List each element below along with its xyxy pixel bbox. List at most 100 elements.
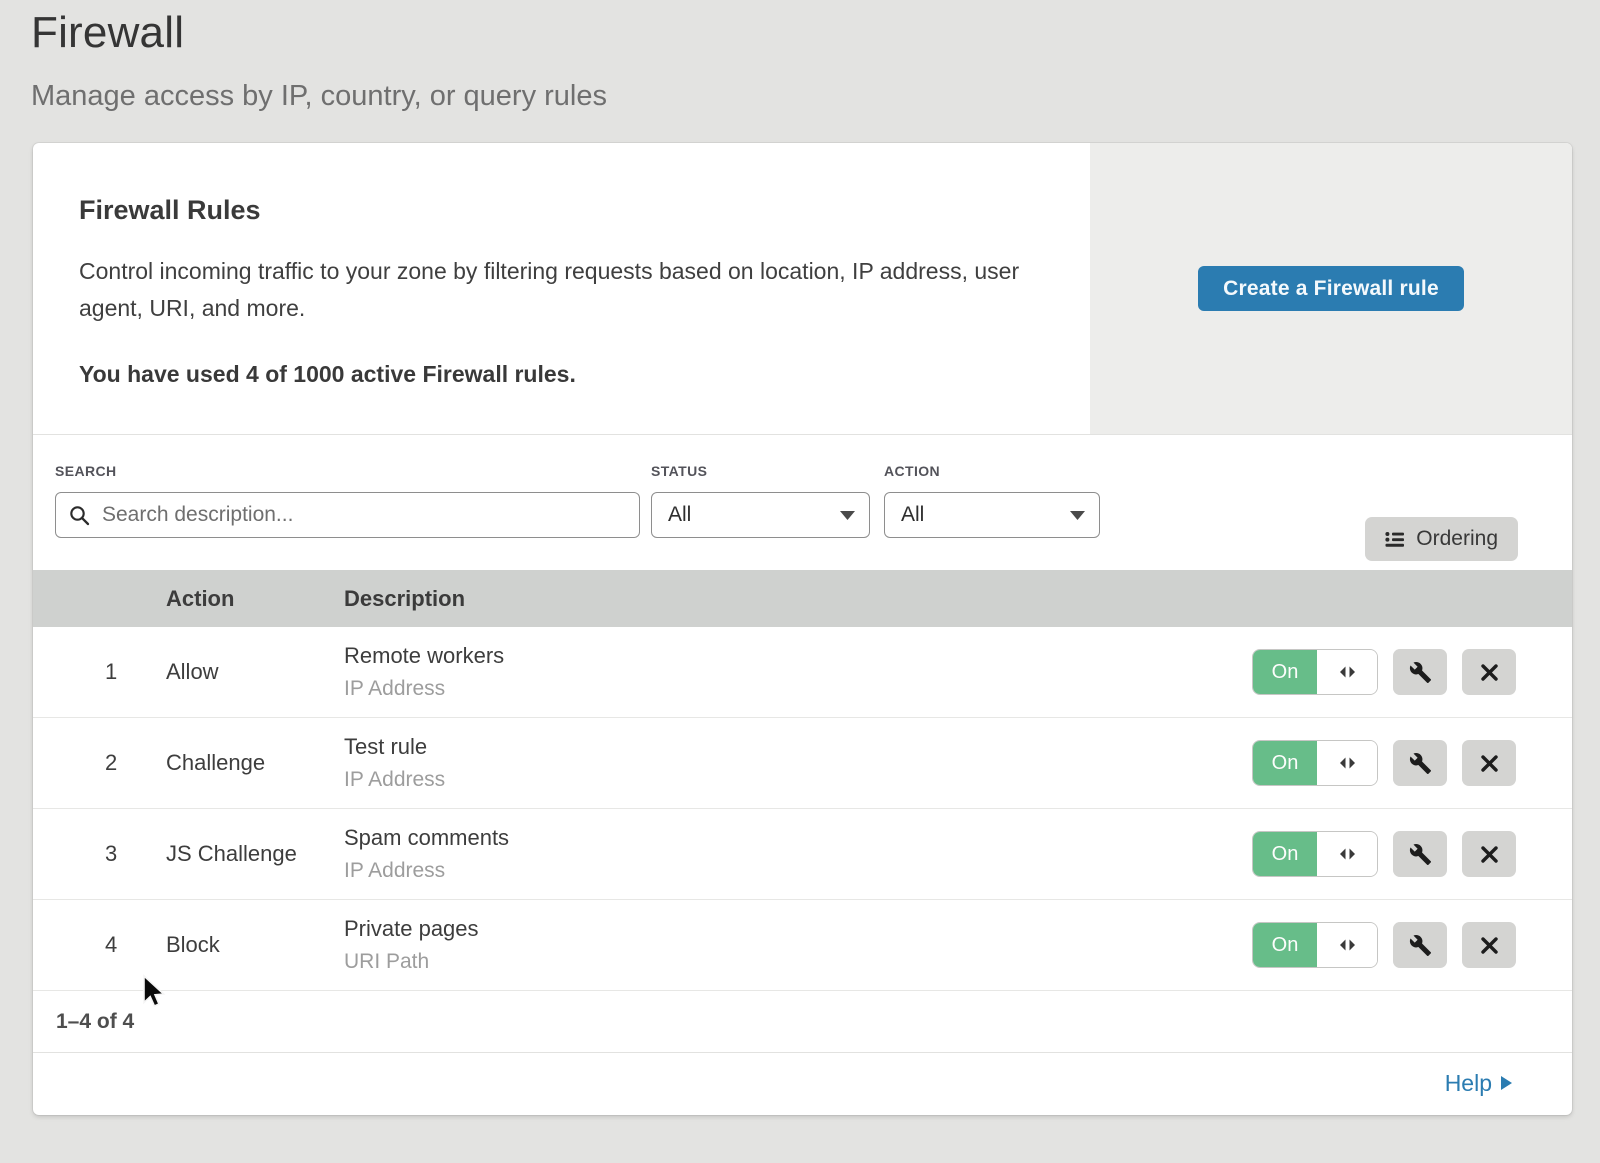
rule-description: Spam comments: [344, 825, 1252, 851]
rule-enabled-toggle[interactable]: On: [1252, 649, 1378, 695]
overview-section: Firewall Rules Control incoming traffic …: [33, 143, 1572, 435]
column-header-action: Action: [166, 586, 344, 612]
delete-rule-button[interactable]: [1462, 922, 1516, 968]
wrench-icon: [1409, 752, 1432, 775]
close-icon: [1481, 755, 1498, 772]
status-filter: STATUS All: [651, 463, 870, 570]
chevron-down-icon: [840, 511, 855, 520]
action-label: ACTION: [884, 463, 1100, 479]
close-icon: [1481, 937, 1498, 954]
rule-controls: On: [1252, 831, 1572, 877]
edit-rule-button[interactable]: [1393, 831, 1447, 877]
chevron-down-icon: [1070, 511, 1085, 520]
rule-field-type: IP Address: [344, 677, 1252, 701]
left-right-arrows-icon: [1338, 848, 1357, 860]
table-header: Action Description: [33, 570, 1572, 627]
search-input-wrapper: [55, 492, 640, 538]
edit-rule-button[interactable]: [1393, 649, 1447, 695]
table-row: 4 Block Private pages URI Path On: [33, 900, 1572, 991]
status-select[interactable]: All: [651, 492, 870, 538]
wrench-icon: [1409, 661, 1432, 684]
rule-field-type: URI Path: [344, 950, 1252, 974]
rule-description-cell: Private pages URI Path: [344, 916, 1252, 974]
left-right-arrows-icon: [1338, 939, 1357, 951]
rule-description-cell: Test rule IP Address: [344, 734, 1252, 792]
rule-action: Block: [166, 932, 344, 958]
action-select[interactable]: All: [884, 492, 1100, 538]
status-label: STATUS: [651, 463, 870, 479]
create-firewall-rule-button[interactable]: Create a Firewall rule: [1198, 266, 1464, 311]
toggle-on-label: On: [1253, 923, 1317, 967]
rule-action: Challenge: [166, 750, 344, 776]
rule-description-cell: Spam comments IP Address: [344, 825, 1252, 883]
card-footer: Help: [33, 1053, 1572, 1113]
usage-note: You have used 4 of 1000 active Firewall …: [79, 361, 1050, 388]
rule-description: Remote workers: [344, 643, 1252, 669]
ordered-list-icon: [1385, 531, 1405, 548]
toggle-handle[interactable]: [1317, 650, 1377, 694]
left-right-arrows-icon: [1338, 666, 1357, 678]
rule-priority: 3: [33, 841, 166, 867]
table-row: 3 JS Challenge Spam comments IP Address …: [33, 809, 1572, 900]
rule-priority: 2: [33, 750, 166, 776]
action-select-value: All: [901, 503, 924, 527]
page-subtitle: Manage access by IP, country, or query r…: [31, 80, 1600, 113]
rule-enabled-toggle[interactable]: On: [1252, 922, 1378, 968]
action-filter: ACTION All: [884, 463, 1100, 570]
search-input[interactable]: [100, 502, 626, 528]
toggle-on-label: On: [1253, 832, 1317, 876]
rule-priority: 1: [33, 659, 166, 685]
filter-spacer: [1100, 463, 1365, 570]
firewall-rules-description: Control incoming traffic to your zone by…: [79, 253, 1029, 327]
search-icon: [69, 505, 90, 526]
table-row: 1 Allow Remote workers IP Address On: [33, 627, 1572, 718]
rule-description-cell: Remote workers IP Address: [344, 643, 1252, 701]
toggle-on-label: On: [1253, 741, 1317, 785]
search-label: SEARCH: [55, 463, 640, 479]
left-right-arrows-icon: [1338, 757, 1357, 769]
ordering-button-label: Ordering: [1416, 527, 1498, 551]
toggle-handle[interactable]: [1317, 832, 1377, 876]
help-link[interactable]: Help: [1445, 1070, 1512, 1097]
help-arrow-icon: [1501, 1076, 1512, 1090]
ordering-button[interactable]: Ordering: [1365, 517, 1518, 561]
delete-rule-button[interactable]: [1462, 649, 1516, 695]
toggle-on-label: On: [1253, 650, 1317, 694]
rule-field-type: IP Address: [344, 768, 1252, 792]
rule-description: Private pages: [344, 916, 1252, 942]
page-title: Firewall: [31, 8, 1600, 58]
rule-field-type: IP Address: [344, 859, 1252, 883]
filter-bar: SEARCH STATUS All ACTION All: [33, 435, 1572, 570]
toggle-handle[interactable]: [1317, 923, 1377, 967]
wrench-icon: [1409, 934, 1432, 957]
toggle-handle[interactable]: [1317, 741, 1377, 785]
rule-controls: On: [1252, 922, 1572, 968]
status-select-value: All: [668, 503, 691, 527]
rule-enabled-toggle[interactable]: On: [1252, 740, 1378, 786]
overview-text: Firewall Rules Control incoming traffic …: [33, 143, 1090, 434]
table-row: 2 Challenge Test rule IP Address On: [33, 718, 1572, 809]
delete-rule-button[interactable]: [1462, 740, 1516, 786]
pagination: 1–4 of 4: [33, 991, 1572, 1053]
help-link-label: Help: [1445, 1070, 1492, 1097]
rule-description: Test rule: [344, 734, 1252, 760]
create-rule-panel: Create a Firewall rule: [1090, 143, 1572, 434]
delete-rule-button[interactable]: [1462, 831, 1516, 877]
edit-rule-button[interactable]: [1393, 922, 1447, 968]
close-icon: [1481, 664, 1498, 681]
close-icon: [1481, 846, 1498, 863]
edit-rule-button[interactable]: [1393, 740, 1447, 786]
rule-priority: 4: [33, 932, 166, 958]
pagination-range: 1–4 of 4: [56, 1010, 134, 1034]
search-filter: SEARCH: [55, 463, 640, 570]
firewall-rules-heading: Firewall Rules: [79, 195, 1050, 226]
rules-table-body: 1 Allow Remote workers IP Address On: [33, 627, 1572, 991]
rule-controls: On: [1252, 649, 1572, 695]
rule-enabled-toggle[interactable]: On: [1252, 831, 1378, 877]
page-header: Firewall Manage access by IP, country, o…: [0, 0, 1600, 113]
wrench-icon: [1409, 843, 1432, 866]
column-header-description: Description: [344, 586, 1252, 612]
rule-controls: On: [1252, 740, 1572, 786]
rule-action: Allow: [166, 659, 344, 685]
rule-action: JS Challenge: [166, 841, 344, 867]
